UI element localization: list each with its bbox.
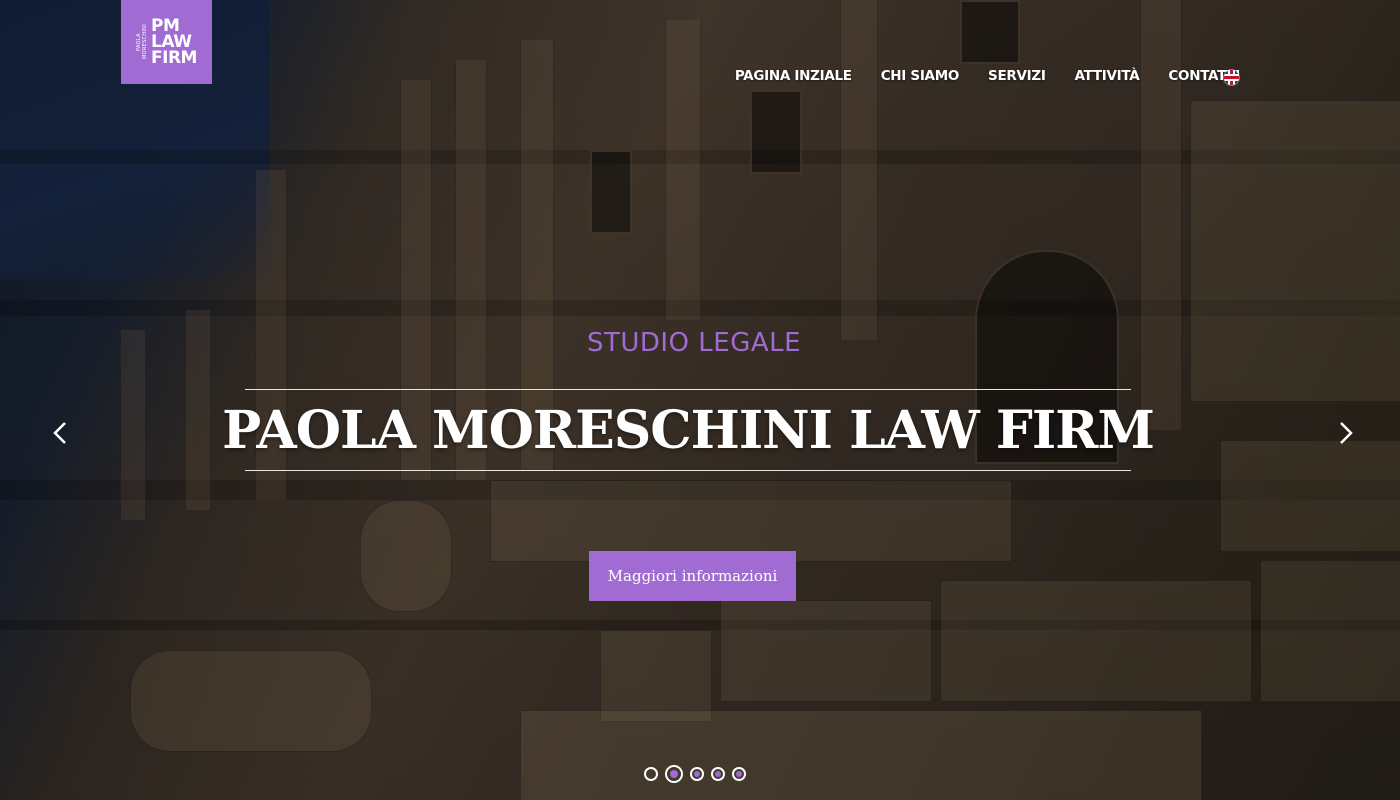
more-info-button[interactable]: Maggiori informazioni [589, 551, 796, 601]
nav-item-services[interactable]: SERVIZI [988, 68, 1046, 84]
uk-flag-icon[interactable] [1224, 70, 1239, 85]
logo-text: PM LAW FIRM [151, 18, 197, 68]
logo-side-text: PAOLA MORESCHINI [136, 24, 149, 60]
nav-item-activities[interactable]: ATTIVITÀ [1075, 68, 1140, 84]
pm-law-firm-logo[interactable]: PAOLA MORESCHINI PM LAW FIRM [121, 0, 212, 84]
slide-dot-1[interactable] [644, 767, 658, 781]
nav-item-about[interactable]: CHI SIAMO [881, 68, 960, 84]
hero-title-frame: PAOLA MORESCHINI LAW FIRM [222, 389, 1155, 471]
hero-subtitle: STUDIO LEGALE [586, 328, 802, 358]
main-nav: PAGINA INZIALE CHI SIAMO SERVIZI ATTIVIT… [706, 68, 1240, 84]
hero-title: PAOLA MORESCHINI LAW FIRM [222, 399, 1155, 461]
slider-pagination [644, 765, 746, 783]
slide-dot-3[interactable] [690, 767, 704, 781]
hero-slider: PAOLA MORESCHINI PM LAW FIRM PAGINA INZI… [0, 0, 1400, 800]
chevron-left-icon[interactable] [48, 420, 74, 446]
slide-dot-5[interactable] [732, 767, 746, 781]
slide-dot-2[interactable] [665, 765, 683, 783]
logo-line-3: FIRM [151, 48, 197, 68]
chevron-right-icon[interactable] [1332, 420, 1358, 446]
nav-item-home[interactable]: PAGINA INZIALE [735, 68, 852, 84]
slide-dot-4[interactable] [711, 767, 725, 781]
